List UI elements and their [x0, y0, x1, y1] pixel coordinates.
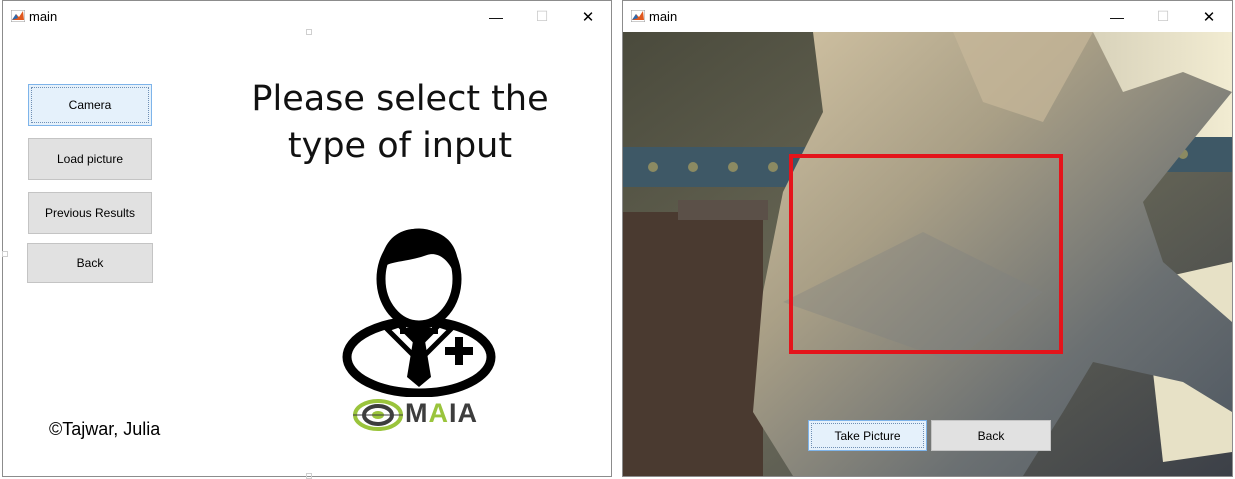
maia-letter-a1: A: [428, 398, 449, 428]
previous-results-button-label: Previous Results: [44, 206, 136, 220]
maia-wordmark: MAIA: [405, 398, 478, 429]
resize-handle-left[interactable]: [2, 251, 8, 257]
back-button[interactable]: Back: [931, 420, 1051, 451]
back-button-label: Back: [76, 256, 104, 270]
doctor-logo-icon: [342, 228, 496, 397]
title-bar[interactable]: main — ☐ ✕: [623, 1, 1232, 32]
minimize-button[interactable]: —: [1094, 1, 1140, 32]
window-title: main: [29, 9, 58, 24]
title-bar[interactable]: main — ☐ ✕: [3, 1, 611, 32]
close-button[interactable]: ✕: [1186, 1, 1232, 32]
matlab-app-icon: [11, 10, 25, 22]
maximize-button[interactable]: ☐: [1140, 1, 1186, 32]
load-picture-button-label: Load picture: [56, 152, 124, 166]
window-content: Camera Load picture Previous Results Bac…: [2, 29, 611, 479]
maia-letter-m: M: [405, 398, 429, 428]
matlab-app-icon: [631, 10, 645, 22]
window-title: main: [649, 9, 678, 24]
prompt-line-2: type of input: [287, 126, 513, 166]
resize-handle-bottom[interactable]: [306, 473, 312, 479]
copyright-text: ©Tajwar, Julia: [49, 419, 161, 439]
maia-letter-a2: A: [457, 398, 479, 428]
maia-target-icon: [353, 399, 403, 431]
window-content: Take Picture Back: [623, 32, 1232, 476]
take-picture-button[interactable]: Take Picture: [808, 420, 927, 451]
camera-button[interactable]: Camera: [28, 84, 152, 126]
close-button[interactable]: ✕: [565, 1, 611, 32]
maia-letter-i: I: [449, 398, 458, 428]
load-picture-button[interactable]: Load picture: [28, 138, 152, 180]
maximize-button[interactable]: ☐: [519, 1, 565, 32]
take-picture-button-label: Take Picture: [834, 428, 901, 443]
main-window-camera: main — ☐ ✕ Take Picture Back: [622, 0, 1233, 477]
previous-results-button[interactable]: Previous Results: [28, 192, 152, 234]
camera-button-label: Camera: [68, 98, 112, 112]
resize-handle-top[interactable]: [306, 29, 312, 35]
back-button-label: Back: [977, 428, 1005, 443]
prompt-line-1: Please select the: [251, 79, 549, 119]
minimize-button[interactable]: —: [473, 1, 519, 32]
input-type-prompt: Please select the type of input: [235, 76, 565, 170]
target-frame-overlay: [789, 154, 1063, 354]
main-window-input-select: main — ☐ ✕ Camera Load picture Previous …: [2, 0, 612, 479]
back-button[interactable]: Back: [27, 243, 153, 283]
